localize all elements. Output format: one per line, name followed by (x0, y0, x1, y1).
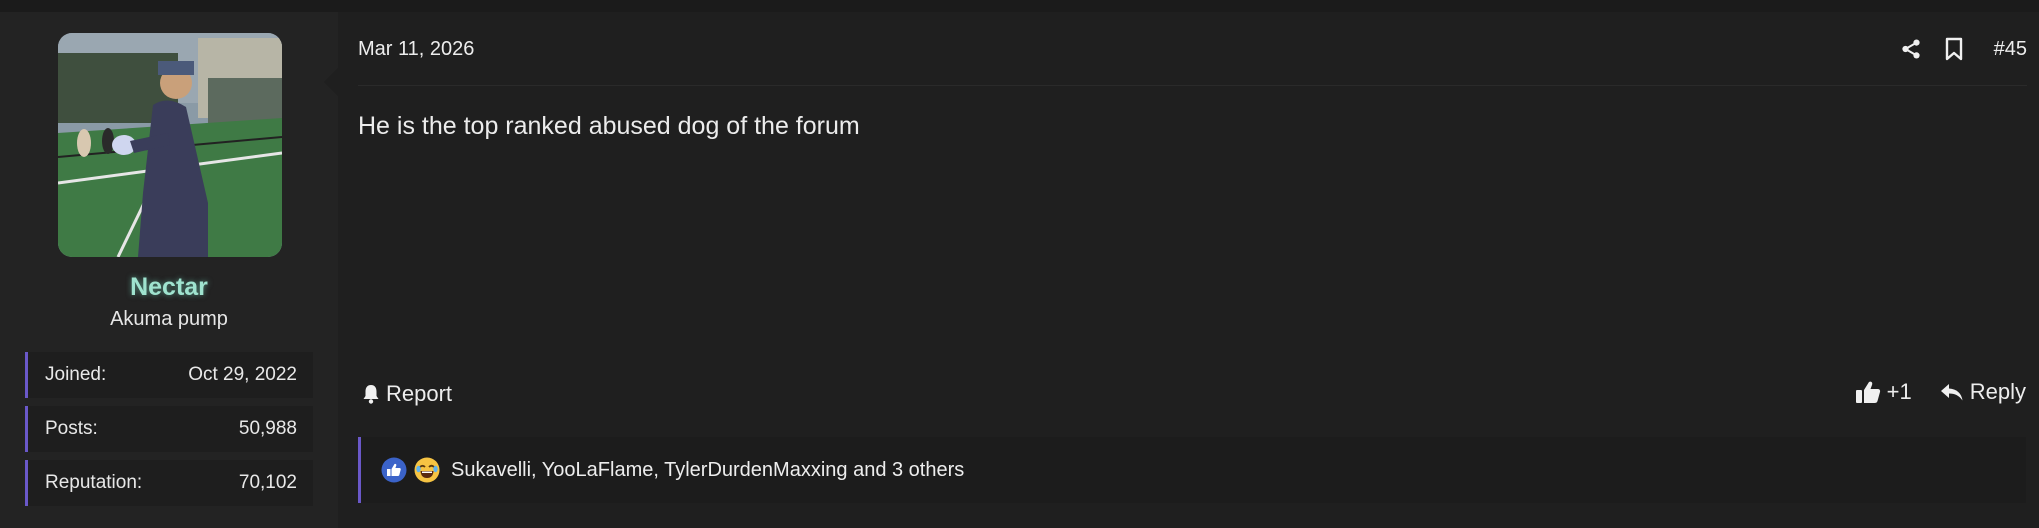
reactions-users[interactable]: Sukavelli, YooLaFlame, TylerDurdenMaxxin… (451, 459, 964, 482)
stat-value: 70,102 (238, 472, 297, 493)
thumbs-up-icon (1855, 381, 1880, 403)
laughing-emoji-icon (413, 456, 441, 484)
forum-post: Nectar Akuma pump Joined: Oct 29, 2022 P… (0, 12, 2039, 528)
stat-joined: Joined: Oct 29, 2022 (25, 352, 313, 398)
post-main: Mar 11, 2026 #45 He is the top ranked ab… (324, 12, 2039, 528)
user-sidebar: Nectar Akuma pump Joined: Oct 29, 2022 P… (0, 12, 338, 528)
stat-label: Joined: (45, 364, 107, 385)
user-title: Akuma pump (110, 308, 228, 330)
reply-arrow-icon (1940, 384, 1963, 401)
reply-button[interactable]: Reply (1940, 379, 2026, 405)
avatar[interactable] (58, 33, 282, 257)
post-header-actions: #45 (1900, 34, 2027, 64)
post-date[interactable]: Mar 11, 2026 (358, 38, 474, 61)
reactions-bar[interactable]: Sukavelli, YooLaFlame, TylerDurdenMaxxin… (358, 437, 2026, 503)
stat-value: Oct 29, 2022 (188, 364, 297, 385)
bookmark-icon[interactable] (1944, 37, 1964, 61)
username[interactable]: Nectar (0, 273, 338, 302)
share-icon[interactable] (1900, 38, 1922, 60)
report-button[interactable]: Report (362, 381, 452, 407)
avatar-image (58, 33, 282, 257)
report-label: Report (386, 381, 453, 406)
stat-posts: Posts: 50,988 (25, 406, 313, 452)
post-number[interactable]: #45 (1994, 38, 2027, 61)
post-actions: +1 Reply (1855, 379, 2026, 405)
post-pointer (324, 68, 338, 96)
stat-value: 50,988 (238, 418, 297, 439)
stat-reputation: Reputation: 70,102 (25, 460, 313, 506)
header-divider (358, 85, 2027, 86)
bell-icon (363, 385, 379, 404)
stat-label: Posts: (45, 418, 98, 439)
like-button[interactable]: +1 (1855, 379, 1912, 405)
stat-label: Reputation: (45, 472, 143, 493)
reply-label: Reply (1969, 379, 2026, 404)
post-message: He is the top ranked abused dog of the f… (358, 112, 860, 140)
like-reaction-icon (381, 457, 407, 483)
like-count: +1 (1886, 379, 1912, 404)
